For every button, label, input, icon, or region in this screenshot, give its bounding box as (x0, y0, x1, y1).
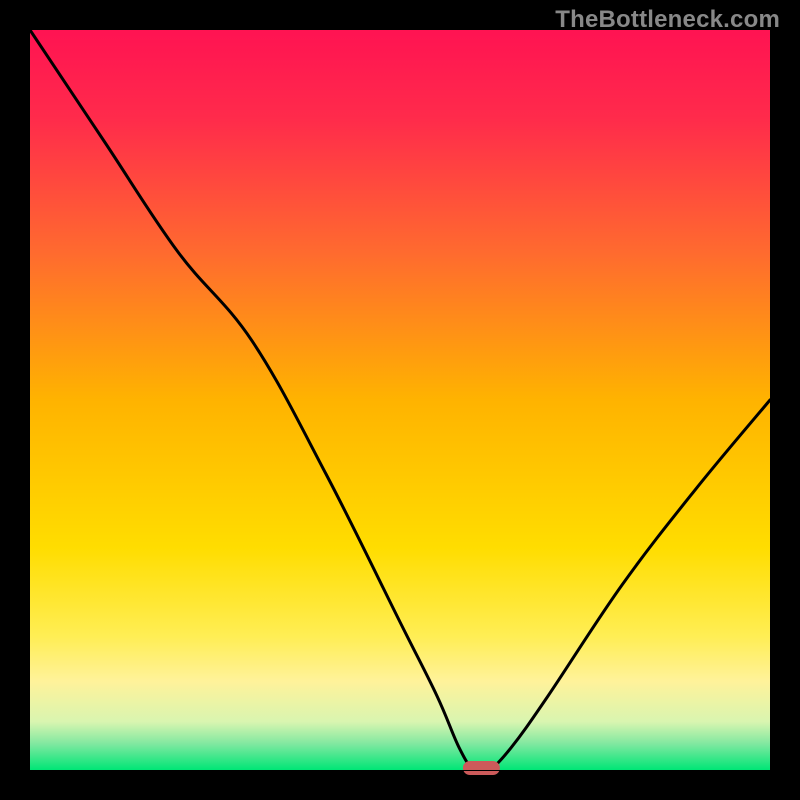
watermark-text: TheBottleneck.com (555, 6, 780, 34)
bottleneck-chart (0, 0, 800, 800)
chart-frame: TheBottleneck.com (0, 0, 800, 800)
